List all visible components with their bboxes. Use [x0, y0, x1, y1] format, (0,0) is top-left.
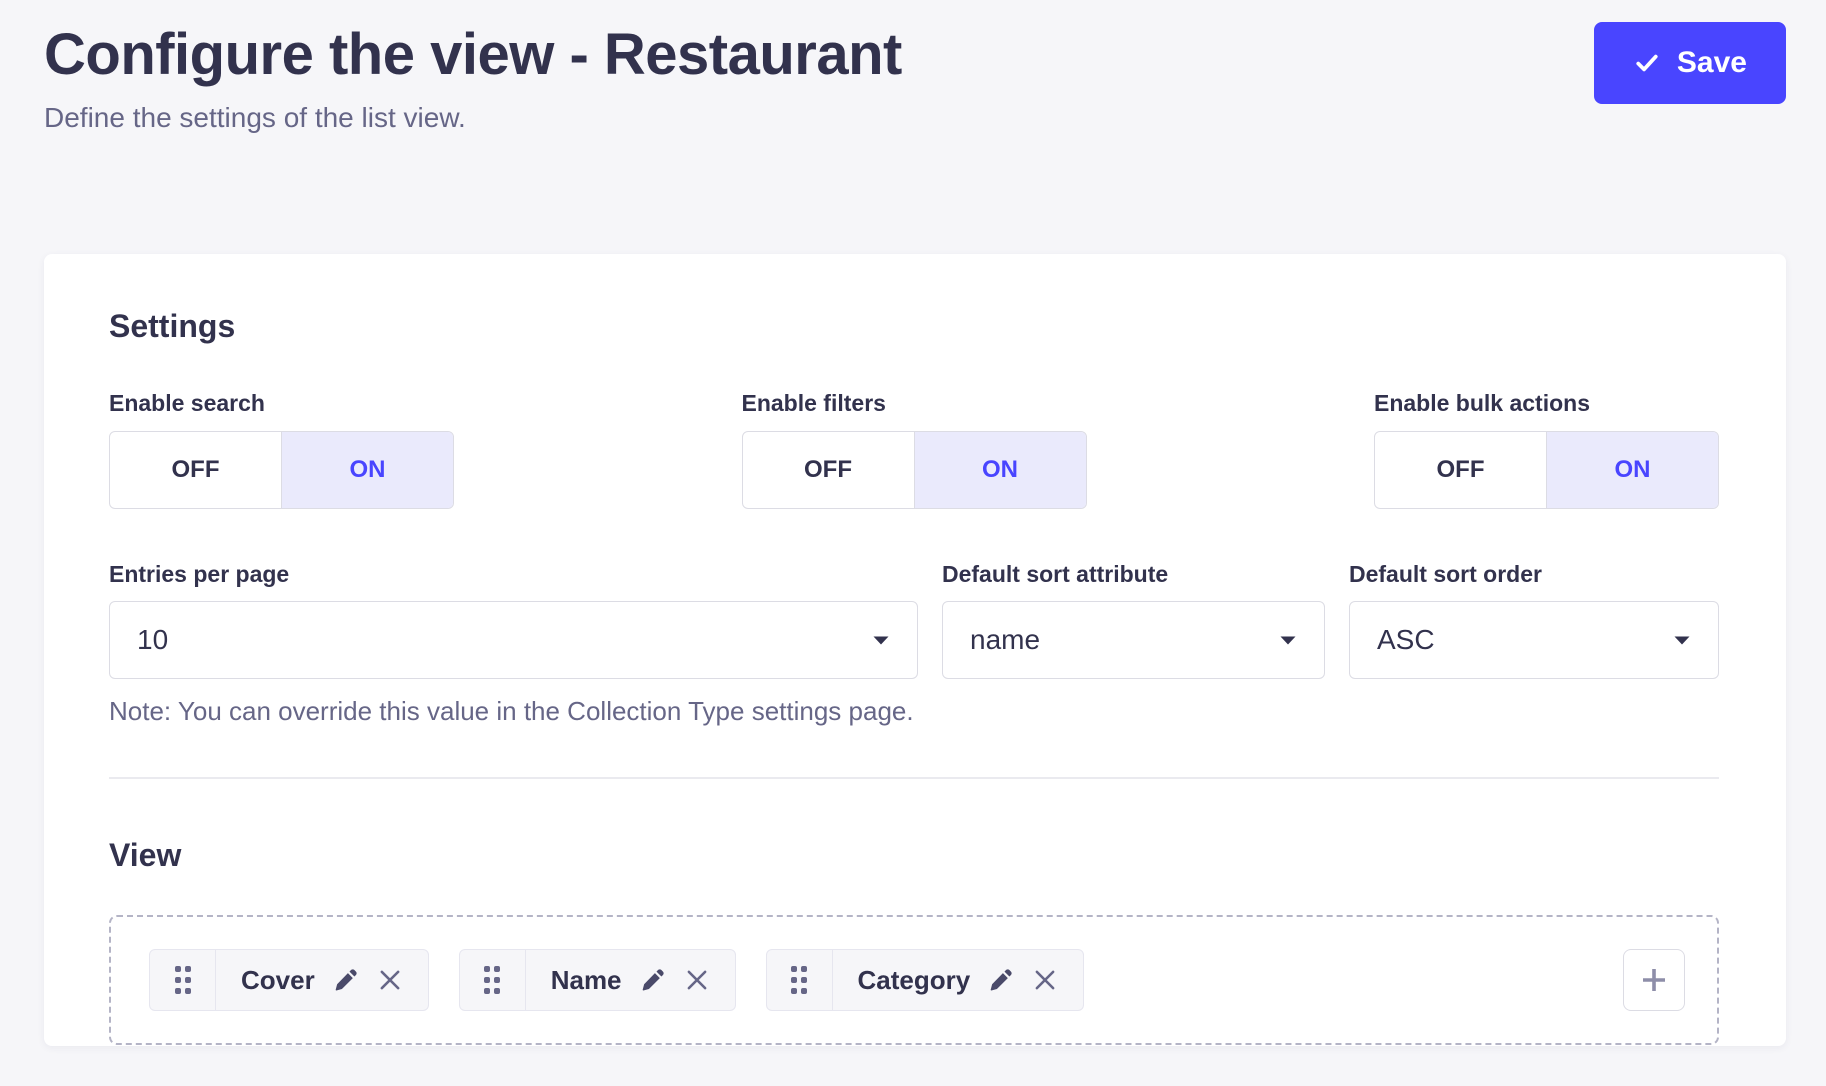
close-icon[interactable] — [377, 967, 403, 993]
settings-heading: Settings — [109, 306, 1719, 346]
save-button-label: Save — [1677, 46, 1747, 80]
drag-handle-icon[interactable] — [460, 950, 526, 1010]
page-subtitle: Define the settings of the list view. — [44, 101, 902, 135]
entries-per-page-label: Entries per page — [109, 561, 918, 589]
default-sort-attribute-select[interactable]: name — [942, 601, 1325, 679]
enable-filters-toggle: OFF ON — [742, 431, 1087, 509]
page-header: Configure the view - Restaurant Define t… — [44, 22, 1786, 134]
field-chip-name: Name — [459, 949, 736, 1011]
view-heading: View — [109, 835, 1719, 875]
default-sort-attribute-field: Default sort attribute name — [942, 561, 1325, 728]
chevron-down-icon — [872, 635, 890, 646]
enable-search-off-option[interactable]: OFF — [110, 432, 281, 508]
close-icon[interactable] — [1032, 967, 1058, 993]
check-icon — [1633, 49, 1661, 77]
enable-filters-on-option[interactable]: ON — [914, 432, 1086, 508]
enable-filters-off-option[interactable]: OFF — [743, 432, 914, 508]
entries-per-page-value: 10 — [137, 624, 168, 656]
enable-filters-label: Enable filters — [742, 390, 1087, 418]
chevron-down-icon — [1279, 635, 1297, 646]
field-chip-body: Name — [526, 950, 735, 1010]
save-button[interactable]: Save — [1594, 22, 1786, 104]
close-icon[interactable] — [684, 967, 710, 993]
default-sort-order-field: Default sort order ASC — [1349, 561, 1719, 728]
page-header-text: Configure the view - Restaurant Define t… — [44, 22, 902, 134]
field-chip-label: Name — [551, 965, 622, 996]
selects-row: Entries per page 10 Note: You can overri… — [109, 561, 1719, 728]
drag-handle-icon[interactable] — [767, 950, 833, 1010]
field-chip-label: Cover — [241, 965, 315, 996]
pencil-icon[interactable] — [334, 968, 358, 992]
field-chip-body: Category — [833, 950, 1084, 1010]
default-sort-attribute-value: name — [970, 624, 1040, 656]
pencil-icon[interactable] — [641, 968, 665, 992]
default-sort-attribute-label: Default sort attribute — [942, 561, 1325, 589]
enable-bulk-actions-toggle: OFF ON — [1374, 431, 1719, 509]
default-sort-order-value: ASC — [1377, 624, 1435, 656]
chevron-down-icon — [1673, 635, 1691, 646]
configure-view-page: Configure the view - Restaurant Define t… — [0, 0, 1826, 1086]
enable-search-on-option[interactable]: ON — [281, 432, 453, 508]
settings-card: Settings Enable search OFF ON Enable fil… — [44, 254, 1786, 1046]
default-sort-order-select[interactable]: ASC — [1349, 601, 1719, 679]
enable-bulk-actions-field: Enable bulk actions OFF ON — [1374, 390, 1719, 509]
toggle-row: Enable search OFF ON Enable filters OFF … — [109, 390, 1719, 509]
field-chip-cover: Cover — [149, 949, 429, 1011]
enable-filters-field: Enable filters OFF ON — [742, 390, 1087, 509]
enable-bulk-actions-label: Enable bulk actions — [1374, 390, 1719, 418]
entries-per-page-select[interactable]: 10 — [109, 601, 918, 679]
enable-search-label: Enable search — [109, 390, 454, 418]
field-chip-body: Cover — [216, 950, 428, 1010]
add-field-button[interactable] — [1623, 949, 1685, 1011]
enable-search-field: Enable search OFF ON — [109, 390, 454, 509]
drag-handle-icon[interactable] — [150, 950, 216, 1010]
page-title: Configure the view - Restaurant — [44, 22, 902, 89]
entries-per-page-field: Entries per page 10 Note: You can overri… — [109, 561, 918, 728]
pencil-icon[interactable] — [989, 968, 1013, 992]
section-divider — [109, 777, 1719, 779]
enable-bulk-actions-off-option[interactable]: OFF — [1375, 432, 1546, 508]
view-fields-dropzone: Cover Name — [109, 915, 1719, 1045]
field-chip-category: Category — [766, 949, 1085, 1011]
field-chip-label: Category — [858, 965, 971, 996]
default-sort-order-label: Default sort order — [1349, 561, 1719, 589]
enable-bulk-actions-on-option[interactable]: ON — [1546, 432, 1718, 508]
entries-per-page-note: Note: You can override this value in the… — [109, 696, 918, 727]
plus-icon — [1638, 964, 1670, 996]
enable-search-toggle: OFF ON — [109, 431, 454, 509]
